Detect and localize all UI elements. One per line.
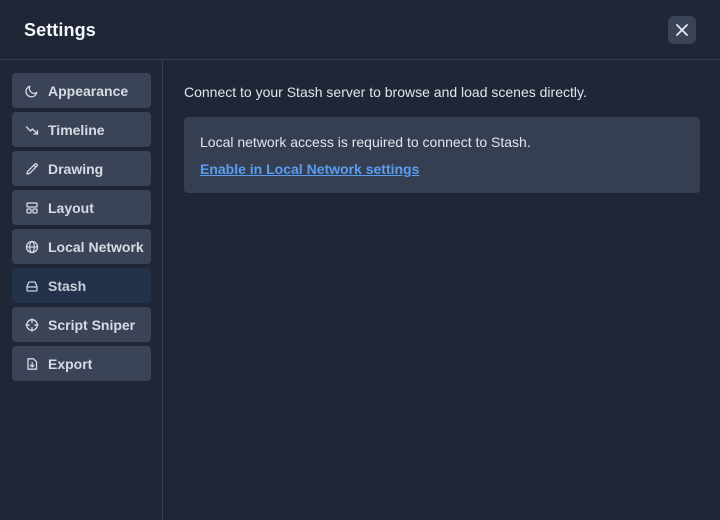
sidebar-item-label: Local Network xyxy=(48,238,144,255)
moon-icon xyxy=(25,84,39,98)
pencil-icon xyxy=(25,162,39,176)
dialog-header: Settings xyxy=(0,0,720,60)
crosshair-icon xyxy=(25,317,39,332)
sidebar-item-label: Script Sniper xyxy=(48,316,136,333)
trend-arrow-icon xyxy=(25,123,39,137)
globe-icon xyxy=(25,240,39,254)
stash-intro-text: Connect to your Stash server to browse a… xyxy=(184,84,587,100)
sidebar-item-export[interactable]: Export xyxy=(12,346,151,381)
close-button[interactable] xyxy=(668,16,696,44)
sidebar-item-label: Timeline xyxy=(48,121,105,138)
sidebar-item-script-sniper[interactable]: Script Sniper xyxy=(12,307,151,342)
sidebar-item-local-network[interactable]: Local Network xyxy=(12,229,151,264)
settings-content: Connect to your Stash server to browse a… xyxy=(164,61,720,520)
dialog-title: Settings xyxy=(24,20,96,40)
sidebar-item-drawing[interactable]: Drawing xyxy=(12,151,151,186)
sidebar-item-stash[interactable]: Stash xyxy=(12,268,151,303)
sidebar-item-label: Layout xyxy=(48,199,94,216)
sidebar-item-label: Appearance xyxy=(48,82,129,99)
sidebar-item-timeline[interactable]: Timeline xyxy=(12,112,151,147)
sidebar-item-label: Drawing xyxy=(48,160,104,177)
sidebar-item-label: Stash xyxy=(48,277,87,294)
file-export-icon xyxy=(25,357,39,371)
sidebar-item-layout[interactable]: Layout xyxy=(12,190,151,225)
enable-local-network-link[interactable]: Enable in Local Network settings xyxy=(200,160,419,178)
sidebar-item-label: Export xyxy=(48,355,93,372)
settings-sidebar: Appearance Timeline Drawing Layout Local… xyxy=(0,61,163,520)
notice-text: Local network access is required to conn… xyxy=(200,134,531,150)
close-icon xyxy=(676,24,688,36)
drawer-icon xyxy=(25,279,39,293)
local-network-notice: Local network access is required to conn… xyxy=(184,117,700,193)
layout-icon xyxy=(25,201,39,215)
settings-dialog: Settings Appearance Timeline Drawing Lay… xyxy=(0,0,720,520)
sidebar-item-appearance[interactable]: Appearance xyxy=(12,73,151,108)
